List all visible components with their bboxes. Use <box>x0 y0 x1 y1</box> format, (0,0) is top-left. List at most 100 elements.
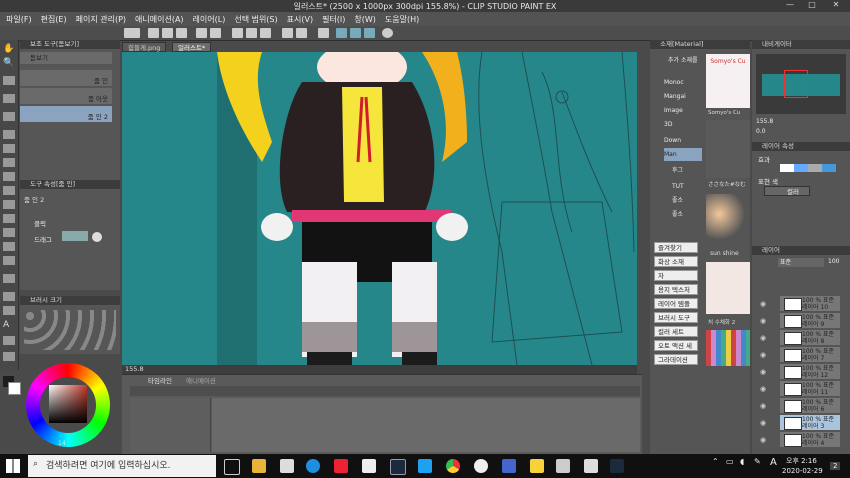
subtool-zoom-in[interactable]: 줌 인 <box>20 70 112 87</box>
eraser-tool-icon[interactable] <box>3 214 15 223</box>
navigator-preview[interactable] <box>756 54 846 114</box>
visibility-eye-icon[interactable]: ◉ <box>760 419 768 427</box>
menu-filter[interactable]: 필터(I) <box>322 14 345 25</box>
keyword-brush[interactable]: 브러시 도구 <box>654 312 698 323</box>
text-tool-icon[interactable]: A <box>3 320 15 330</box>
selection-tool-icon[interactable] <box>3 94 15 103</box>
canvas[interactable] <box>122 52 637 365</box>
store-icon[interactable] <box>280 459 294 473</box>
menu-edit[interactable]: 편집(E) <box>41 14 67 25</box>
steam-icon[interactable] <box>390 459 406 475</box>
expression-color-select[interactable]: 컬러 <box>764 186 810 196</box>
menu-page[interactable]: 페이지 관리(P) <box>76 14 126 25</box>
snap-icon[interactable] <box>336 28 347 38</box>
task-view-icon[interactable] <box>224 459 240 475</box>
zoom-tool-icon[interactable]: 🔍 <box>3 58 15 68</box>
navigator-zoom[interactable]: 155.8 <box>756 118 773 125</box>
visibility-eye-icon[interactable]: ◉ <box>760 300 768 308</box>
minimize-button[interactable]: — <box>780 0 800 12</box>
keyword-auto-action[interactable]: 오토 액션 세 <box>654 340 698 351</box>
color-saturation-square[interactable] <box>49 385 87 423</box>
brush-size-presets[interactable] <box>24 310 116 350</box>
timeline-track[interactable] <box>212 398 640 452</box>
material-tree-item[interactable]: 3D <box>664 118 702 131</box>
material-tree-item[interactable]: Image <box>664 104 702 117</box>
menu-help[interactable]: 도움말(H) <box>385 14 419 25</box>
edge-icon[interactable] <box>306 459 320 473</box>
material-thumb-1[interactable]: Somyo's Cu <box>706 54 750 108</box>
blend-tool-icon[interactable] <box>3 228 15 237</box>
effect-buttons[interactable] <box>780 164 836 172</box>
notification-badge[interactable]: 2 <box>830 462 841 470</box>
app-icon-blue[interactable] <box>502 459 516 473</box>
visibility-eye-icon[interactable]: ◉ <box>760 402 768 410</box>
file-explorer-icon[interactable] <box>252 459 266 473</box>
ruler-icon[interactable] <box>318 28 329 38</box>
material-tree-item[interactable]: Monoc <box>664 76 702 89</box>
open-icon[interactable] <box>162 28 173 38</box>
frame-tool-icon[interactable] <box>3 292 15 301</box>
close-button[interactable]: ✕ <box>826 0 846 12</box>
brush-tool-icon[interactable] <box>3 172 15 181</box>
new-file-icon[interactable] <box>148 28 159 38</box>
subtool-zoom-in-2[interactable]: 줌 인 2 <box>20 106 112 123</box>
keyword-favorites[interactable]: 즐겨찾기 <box>654 242 698 253</box>
drag-mode-icon[interactable] <box>62 231 88 241</box>
visibility-eye-icon[interactable]: ◉ <box>760 385 768 393</box>
fill-icon[interactable] <box>260 28 271 38</box>
menu-selection[interactable]: 선택 범위(S) <box>234 14 277 25</box>
save-icon[interactable] <box>176 28 187 38</box>
navigator-angle[interactable]: 0.0 <box>756 128 766 135</box>
keyword-image[interactable]: 화상 소재 <box>654 256 698 267</box>
undo-icon[interactable] <box>196 28 207 38</box>
visibility-eye-icon[interactable]: ◉ <box>760 334 768 342</box>
sub-color-swatch[interactable] <box>8 382 21 395</box>
material-thumb-5[interactable] <box>706 330 750 366</box>
gradient-tool-icon[interactable] <box>3 256 15 265</box>
help-icon[interactable] <box>382 28 393 38</box>
kakaotalk-icon[interactable] <box>530 459 544 473</box>
subtool-zoom-out[interactable]: 줌 아웃 <box>20 88 112 105</box>
eyedropper-tool-icon[interactable] <box>3 130 15 139</box>
tray-date[interactable]: 2020-02-29 <box>782 467 823 475</box>
keyword-color-set[interactable]: 컬러 세트 <box>654 326 698 337</box>
keyword-gradient[interactable]: 그라데이션 <box>654 354 698 365</box>
ruler-tool-icon[interactable] <box>3 306 15 315</box>
maximize-button[interactable]: □ <box>802 0 822 12</box>
mail-icon[interactable] <box>362 459 376 473</box>
subtool-magnifier[interactable]: 돋보기 <box>20 52 112 65</box>
keyword-layer-template[interactable]: 레이어 템플 <box>654 298 698 309</box>
steam-2-icon[interactable] <box>610 459 624 473</box>
menu-animation[interactable]: 애니메이션(A) <box>135 14 184 25</box>
tray-ime[interactable]: A <box>770 457 777 468</box>
material-tree-item[interactable]: 후그 <box>672 164 710 177</box>
drag-option-icon[interactable] <box>92 232 102 242</box>
decoration-tool-icon[interactable] <box>3 200 15 209</box>
redo-icon[interactable] <box>210 28 221 38</box>
tray-time[interactable]: 오후 2:16 <box>786 456 817 466</box>
material-tree-item[interactable]: TUT <box>672 180 710 193</box>
visibility-eye-icon[interactable]: ◉ <box>760 368 768 376</box>
hand-tool-icon[interactable]: ✋ <box>3 44 15 54</box>
chrome-icon[interactable] <box>446 459 460 473</box>
balloon-tool-icon[interactable] <box>3 336 15 345</box>
timeline-layer-list[interactable] <box>130 398 211 452</box>
taskbar-search-input[interactable]: 검색하려면 여기에 입력하십시오. <box>28 455 216 477</box>
tab-file-2[interactable]: 일러스트* <box>172 42 212 52</box>
snap-grid-icon[interactable] <box>364 28 375 38</box>
material-search-label[interactable]: 추가 소재를 <box>668 55 698 64</box>
menu-view[interactable]: 표시(V) <box>287 14 313 25</box>
auto-select-tool-icon[interactable] <box>3 112 15 121</box>
layer-opacity[interactable]: 100 <box>828 258 839 265</box>
airbrush-tool-icon[interactable] <box>3 186 15 195</box>
tray-pen-icon[interactable]: ✎ <box>754 457 761 466</box>
visibility-eye-icon[interactable]: ◉ <box>760 351 768 359</box>
visibility-eye-icon[interactable]: ◉ <box>760 436 768 444</box>
animation-tab[interactable]: 애니메이션 <box>186 375 216 385</box>
blend-mode-select[interactable]: 표준 <box>778 258 824 267</box>
tray-network-icon[interactable]: ▭ <box>726 457 734 466</box>
material-tree-item[interactable]: Down <box>664 134 702 147</box>
menu-file[interactable]: 파일(F) <box>6 14 32 25</box>
pencil-tool-icon[interactable] <box>3 158 15 167</box>
material-tree-item[interactable]: 좋소 <box>672 194 710 207</box>
